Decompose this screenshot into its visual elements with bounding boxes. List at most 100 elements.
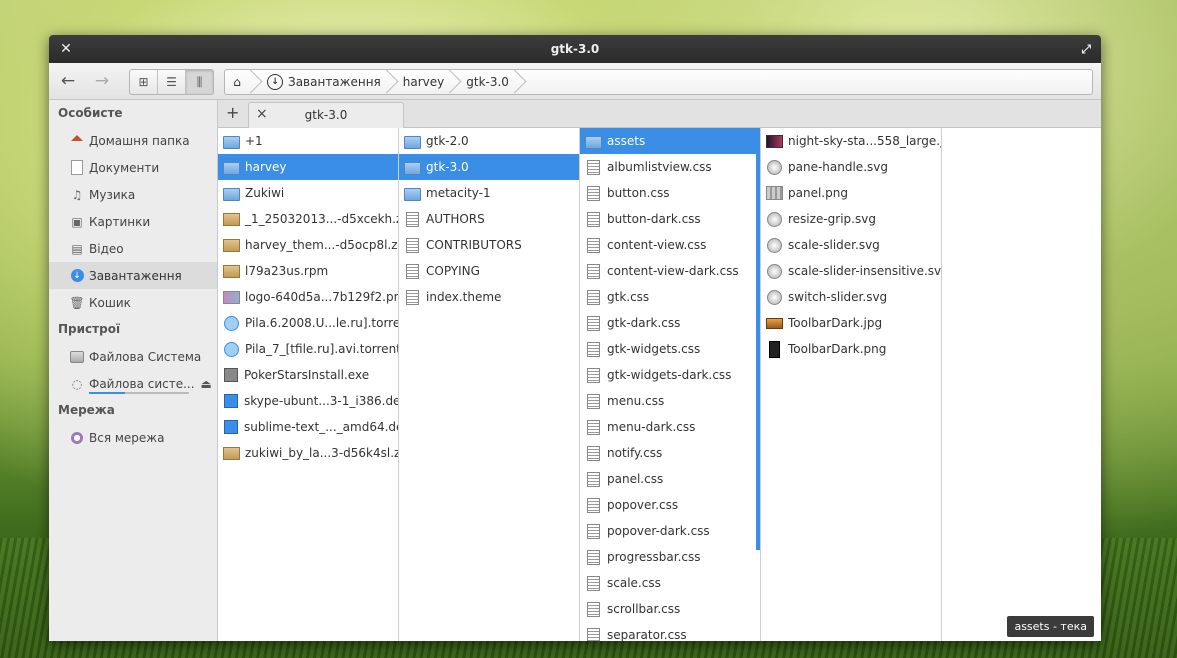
image-icon — [766, 186, 783, 200]
sidebar-item-label: Файлова Система — [89, 349, 202, 364]
list-item[interactable]: scale.css — [580, 570, 760, 596]
svg-image-icon — [767, 211, 782, 227]
column-1: +1 harvey Zukiwi _1_25032013...-d5xcekh.… — [218, 128, 399, 641]
css-file-icon — [587, 445, 600, 461]
list-item[interactable]: content-view.css — [580, 232, 760, 258]
list-item[interactable]: harvey — [218, 154, 398, 180]
list-item[interactable]: l79a23us.rpm — [218, 258, 398, 284]
list-item[interactable]: metacity-1 — [399, 180, 579, 206]
list-item[interactable]: ToolbarDark.png — [761, 336, 941, 362]
list-item[interactable]: AUTHORS — [399, 206, 579, 232]
sidebar-item-filesystem-2[interactable]: ◌ Файлова систе... ⏏ — [49, 370, 217, 397]
eject-icon[interactable]: ⏏ — [201, 377, 212, 391]
list-item[interactable]: gtk-2.0 — [399, 128, 579, 154]
list-item[interactable]: scrollbar.css — [580, 596, 760, 622]
list-item[interactable]: logo-640d5a...7b129f2.png — [218, 284, 398, 310]
list-item[interactable]: +1 — [218, 128, 398, 154]
back-arrow-icon[interactable]: ← — [57, 71, 79, 91]
list-item[interactable]: pane-handle.svg — [761, 154, 941, 180]
list-item[interactable]: button-dark.css — [580, 206, 760, 232]
sidebar-item-documents[interactable]: Документи — [49, 154, 217, 181]
breadcrumb-harvey[interactable]: harvey — [389, 70, 452, 94]
list-item[interactable]: _1_25032013...-d5xcekh.zip — [218, 206, 398, 232]
css-file-icon — [587, 159, 600, 175]
sidebar-item-downloads[interactable]: ↓ Завантаження — [49, 262, 217, 289]
list-item[interactable]: night-sky-sta...558_large.jpg — [761, 128, 941, 154]
sidebar-item-label: Картинки — [89, 214, 151, 229]
column-view-button[interactable]: ⫼ — [186, 70, 213, 94]
css-file-icon — [587, 419, 600, 435]
sidebar-item-trash[interactable]: 🗑 Кошик — [49, 289, 217, 316]
list-item[interactable]: COPYING — [399, 258, 579, 284]
list-item[interactable]: albumlistview.css — [580, 154, 760, 180]
list-item[interactable]: button.css — [580, 180, 760, 206]
download-icon: ↓ — [70, 269, 84, 283]
close-window-icon[interactable]: ✕ — [59, 35, 73, 63]
css-file-icon — [587, 523, 600, 539]
list-item[interactable]: panel.png — [761, 180, 941, 206]
new-tab-button[interactable]: + — [226, 103, 239, 122]
location-bar[interactable]: ⌂ ↓ Завантаження harvey gtk-3.0 — [224, 69, 1093, 95]
list-item[interactable]: menu.css — [580, 388, 760, 414]
list-item[interactable]: scale-slider.svg — [761, 232, 941, 258]
document-icon — [70, 160, 84, 175]
list-item[interactable]: separator.css — [580, 622, 760, 641]
view-switcher: ⊞ ☰ ⫼ — [129, 69, 214, 95]
list-item[interactable]: menu-dark.css — [580, 414, 760, 440]
sidebar-item-home[interactable]: Домашня папка — [49, 127, 217, 154]
forward-arrow-icon[interactable]: → — [91, 71, 113, 91]
list-item[interactable]: popover-dark.css — [580, 518, 760, 544]
breadcrumb-gtk3[interactable]: gtk-3.0 — [452, 70, 517, 94]
list-item[interactable]: gtk.css — [580, 284, 760, 310]
list-item[interactable]: switch-slider.svg — [761, 284, 941, 310]
list-item[interactable]: index.theme — [399, 284, 579, 310]
list-view-button[interactable]: ☰ — [158, 70, 186, 94]
scrollbar[interactable] — [756, 128, 760, 550]
breadcrumb-label: gtk-3.0 — [466, 75, 509, 89]
download-icon: ↓ — [267, 74, 283, 90]
sidebar-item-pictures[interactable]: ▣ Картинки — [49, 208, 217, 235]
list-item[interactable]: Pila.6.2008.U...le.ru].torrent — [218, 310, 398, 336]
css-file-icon — [587, 237, 600, 253]
sidebar-item-videos[interactable]: ▤ Відео — [49, 235, 217, 262]
list-item[interactable]: PokerStarsInstall.exe — [218, 362, 398, 388]
list-item[interactable]: sublime-text_..._amd64.deb — [218, 414, 398, 440]
list-item[interactable]: gtk-widgets.css — [580, 336, 760, 362]
css-file-icon — [587, 575, 600, 591]
list-item[interactable]: assets — [580, 128, 760, 154]
list-item[interactable]: gtk-widgets-dark.css — [580, 362, 760, 388]
list-item[interactable]: resize-grip.svg — [761, 206, 941, 232]
list-item[interactable]: popover.css — [580, 492, 760, 518]
list-item[interactable]: harvey_them...-d5ocp8l.zip — [218, 232, 398, 258]
list-item[interactable]: content-view-dark.css — [580, 258, 760, 284]
breadcrumb-label: Завантаження — [288, 75, 381, 89]
list-item[interactable]: gtk-3.0 — [399, 154, 579, 180]
folder-icon — [223, 187, 240, 201]
sidebar-item-label: Файлова систе... — [89, 376, 195, 391]
icon-view-button[interactable]: ⊞ — [130, 70, 158, 94]
css-file-icon — [587, 263, 600, 279]
sidebar-item-network[interactable]: ● Вся мережа — [49, 424, 217, 451]
svg-image-icon — [767, 159, 782, 175]
list-item[interactable]: notify.css — [580, 440, 760, 466]
list-item[interactable]: ToolbarDark.jpg — [761, 310, 941, 336]
sidebar-item-label: Завантаження — [89, 268, 182, 283]
network-icon: ● — [70, 431, 84, 445]
list-item[interactable]: scale-slider-insensitive.svg — [761, 258, 941, 284]
list-item[interactable]: zukiwi_by_la...3-d56k4sl.zip — [218, 440, 398, 466]
list-item[interactable]: panel.css — [580, 466, 760, 492]
list-item[interactable]: gtk-dark.css — [580, 310, 760, 336]
sidebar-item-filesystem[interactable]: Файлова Система — [49, 343, 217, 370]
breadcrumb-home[interactable]: ⌂ — [225, 70, 253, 94]
tab-gtk3[interactable]: × gtk-3.0 — [248, 102, 404, 128]
maximize-icon[interactable]: ⤢ — [1081, 35, 1091, 63]
list-item[interactable]: CONTRIBUTORS — [399, 232, 579, 258]
sidebar-item-label: Кошик — [89, 295, 131, 310]
list-item[interactable]: skype-ubunt...3-1_i386.deb — [218, 388, 398, 414]
list-item[interactable]: Zukiwi — [218, 180, 398, 206]
list-item[interactable]: progressbar.css — [580, 544, 760, 570]
css-file-icon — [587, 497, 600, 513]
sidebar-item-music[interactable]: ♫ Музика — [49, 181, 217, 208]
list-item[interactable]: Pila_7_[tfile.ru].avi.torrent — [218, 336, 398, 362]
breadcrumb-downloads[interactable]: ↓ Завантаження — [253, 70, 389, 94]
